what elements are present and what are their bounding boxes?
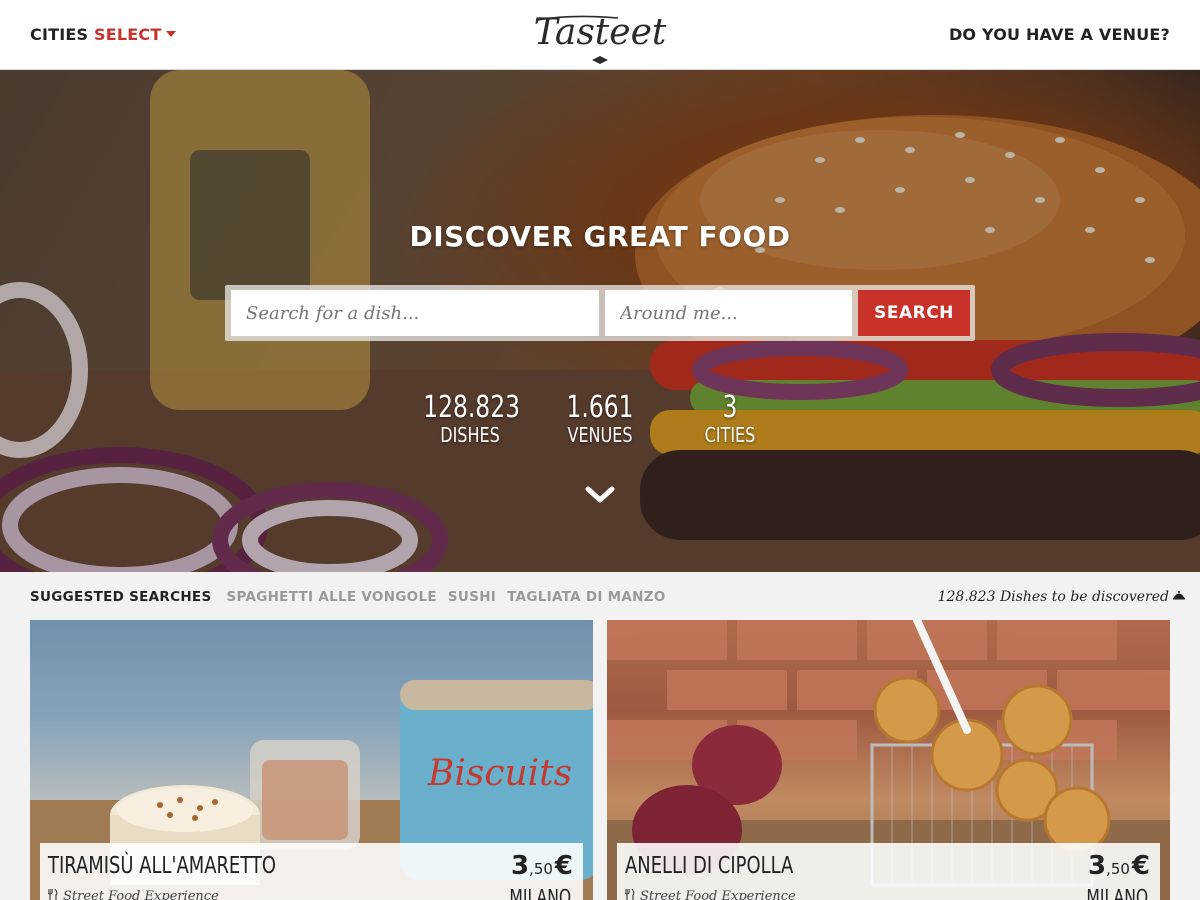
dish-city: MILANO: [1086, 885, 1148, 900]
search-button[interactable]: SEARCH: [858, 290, 970, 336]
stat-cities-label: CITIES: [704, 423, 756, 447]
suggested-searches-title: SUGGESTED SEARCHES: [30, 589, 212, 605]
venue-name: Street Food Experience: [640, 889, 796, 900]
venue-name: Street Food Experience: [63, 889, 219, 900]
stat-venues: 1.661 VENUES: [540, 390, 660, 447]
fork-knife-icon: [48, 889, 58, 900]
hero-title: DISCOVER GREAT FOOD: [409, 220, 791, 253]
dish-price: 3,50€: [511, 851, 573, 881]
cloche-icon: [1173, 591, 1185, 600]
dish-name: TIRAMISÙ ALL'AMARETTO: [48, 853, 276, 879]
fork-knife-icon: [625, 889, 635, 900]
cities-select-label: SELECT: [94, 25, 162, 44]
price-integer: 3: [1087, 851, 1107, 881]
dish-info-panel: ANELLI DI CIPOLLA 3,50€ Street Food Expe…: [617, 843, 1160, 900]
suggested-link-spaghetti[interactable]: SPAGHETTI ALLE VONGOLE: [226, 589, 436, 605]
suggested-searches: SUGGESTED SEARCHES SPAGHETTI ALLE VONGOL…: [30, 589, 666, 605]
price-currency: €: [554, 851, 573, 881]
price-integer: 3: [510, 851, 530, 881]
stat-dishes-value: 128.823: [423, 390, 520, 425]
dish-card-tiramisu[interactable]: Biscuits TIRAMISÙ ALL'AMARETTO 3,50€ Str…: [30, 620, 593, 900]
stat-dishes-label: DISHES: [440, 423, 500, 447]
suggested-link-tagliata[interactable]: TAGLIATA DI MANZO: [507, 589, 666, 605]
stat-cities-value: 3: [722, 390, 738, 425]
price-decimal: ,50: [529, 860, 553, 878]
svg-text:Biscuits: Biscuits: [427, 753, 572, 794]
dishes-discovered: 128.823 Dishes to be discovered: [938, 589, 1186, 605]
caret-down-icon: [166, 31, 177, 37]
cities-label: CITIES: [30, 25, 89, 44]
dish-info-panel: TIRAMISÙ ALL'AMARETTO 3,50€ Street Food …: [40, 843, 583, 900]
dish-venue: Street Food Experience: [48, 889, 219, 900]
dish-name: ANELLI DI CIPOLLA: [625, 853, 794, 879]
location-search-input[interactable]: [605, 290, 852, 336]
suggested-link-sushi[interactable]: SUSHI: [448, 589, 496, 605]
price-currency: €: [1131, 851, 1150, 881]
search-form: SEARCH: [225, 285, 975, 341]
stat-venues-label: VENUES: [567, 423, 633, 447]
cities-dropdown[interactable]: CITIES SELECT: [30, 25, 177, 44]
top-header: CITIES SELECT Tasteet DO YOU HAVE A VENU…: [0, 0, 1200, 70]
dish-venue: Street Food Experience: [625, 889, 796, 900]
dish-card-anelli[interactable]: ANELLI DI CIPOLLA 3,50€ Street Food Expe…: [607, 620, 1170, 900]
dish-price: 3,50€: [1088, 851, 1150, 881]
dishes-discovered-text: 128.823 Dishes to be discovered: [937, 589, 1169, 605]
tasteet-logo[interactable]: Tasteet: [530, 6, 670, 68]
stat-cities: 3 CITIES: [670, 390, 790, 447]
dish-city: MILANO: [509, 885, 571, 900]
dish-search-input[interactable]: [231, 290, 599, 336]
stat-dishes: 128.823 DISHES: [410, 390, 530, 447]
price-decimal: ,50: [1106, 860, 1130, 878]
chevron-down-icon[interactable]: [584, 484, 616, 506]
have-venue-link[interactable]: DO YOU HAVE A VENUE?: [949, 25, 1170, 44]
hero-banner: DISCOVER GREAT FOOD SEARCH 128.823 DISHE…: [0, 70, 1200, 572]
stat-venues-value: 1.661: [566, 390, 634, 425]
